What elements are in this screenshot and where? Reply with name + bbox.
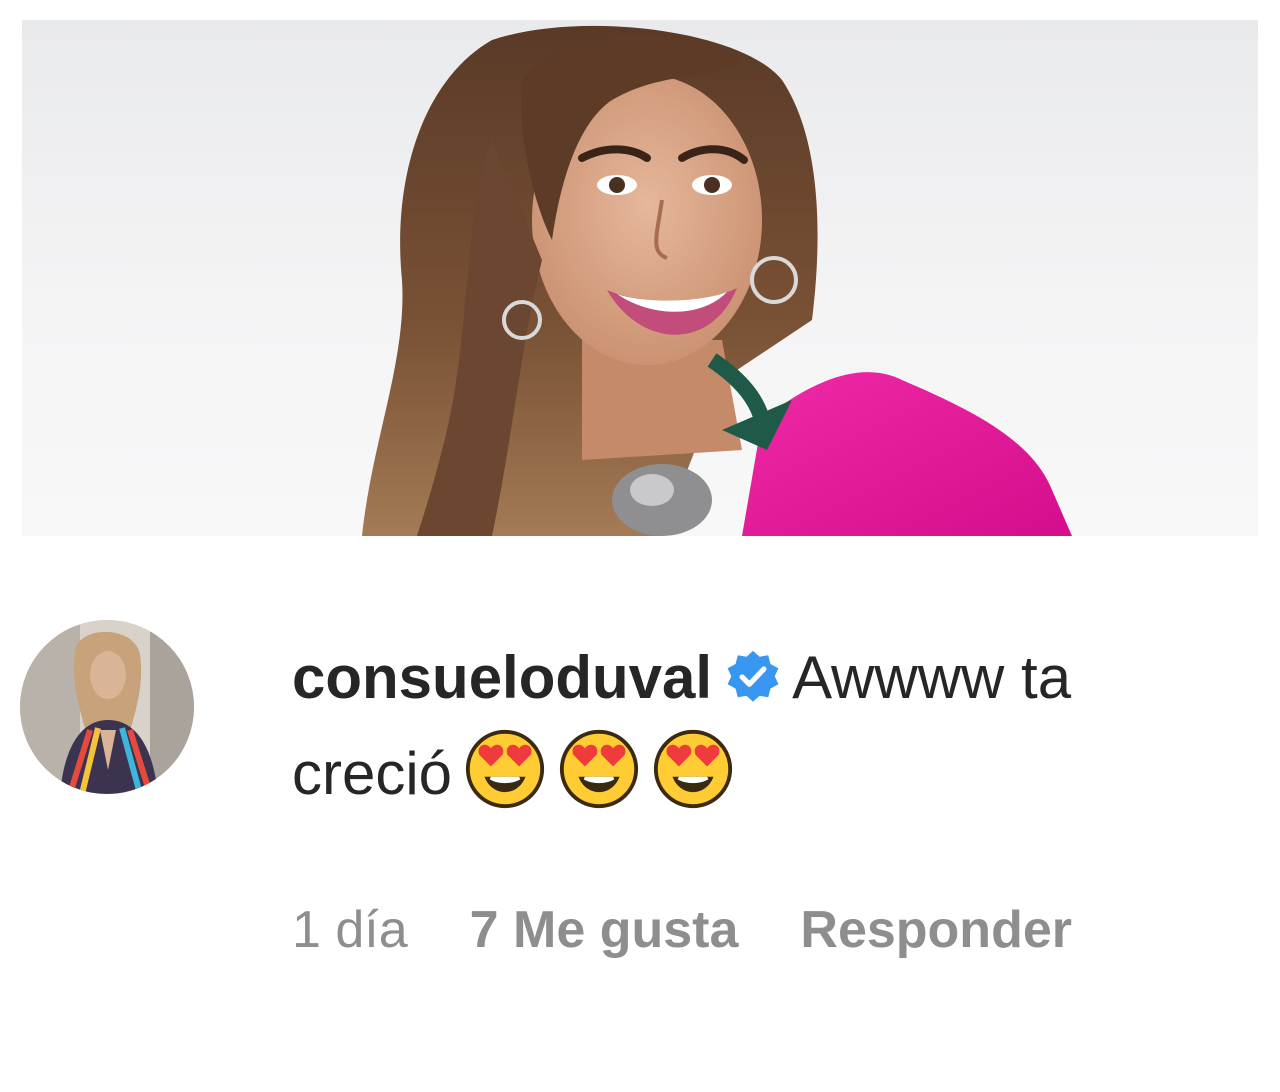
comment-text: consueloduval Awwww ta creció (292, 630, 1252, 822)
comment-meta: 1 día 7 Me gusta Responder (292, 895, 1134, 965)
post-photo-illustration (362, 25, 1072, 536)
avatar-photo (20, 620, 194, 794)
likes-count-link[interactable]: 7 Me gusta (470, 901, 739, 959)
comment-body-line1: Awwww ta (792, 644, 1072, 711)
comment-body-line2: creció (292, 740, 453, 807)
post-photo[interactable] (22, 20, 1258, 536)
verified-badge-icon (724, 648, 782, 706)
user-avatar[interactable] (20, 620, 194, 794)
heart-eyes-emoji-icon (652, 728, 734, 810)
heart-eyes-emoji-icon (558, 728, 640, 810)
reply-button[interactable]: Responder (800, 901, 1072, 959)
comment-timestamp[interactable]: 1 día (292, 901, 408, 959)
username-link[interactable]: consueloduval (292, 644, 712, 711)
heart-eyes-emoji-icon (464, 728, 546, 810)
